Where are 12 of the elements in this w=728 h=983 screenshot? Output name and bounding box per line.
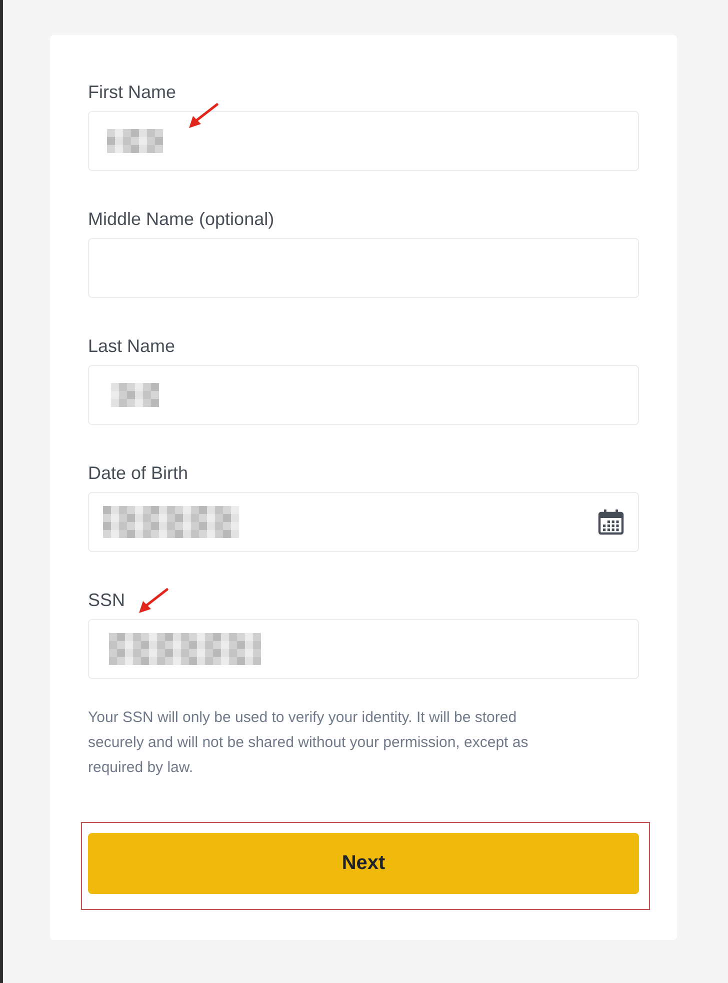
privacy-note: Your SSN will only be used to verify your identity. It will be stored securely and will not be shared without your permission, except as required by law.	[88, 708, 530, 778]
next-button[interactable]: Next	[88, 833, 639, 894]
field-label: SSN	[88, 589, 126, 611]
input-field[interactable]	[88, 365, 639, 425]
calendar-icon[interactable]	[598, 509, 624, 535]
date-field[interactable]	[88, 492, 639, 552]
field-label: Middle Name (optional)	[88, 208, 274, 230]
field-label: First Name	[88, 81, 176, 103]
field-label: Date of Birth	[88, 462, 188, 484]
input-field[interactable]	[88, 111, 639, 171]
input-field[interactable]	[88, 619, 639, 679]
field-label: Last Name	[88, 335, 176, 357]
